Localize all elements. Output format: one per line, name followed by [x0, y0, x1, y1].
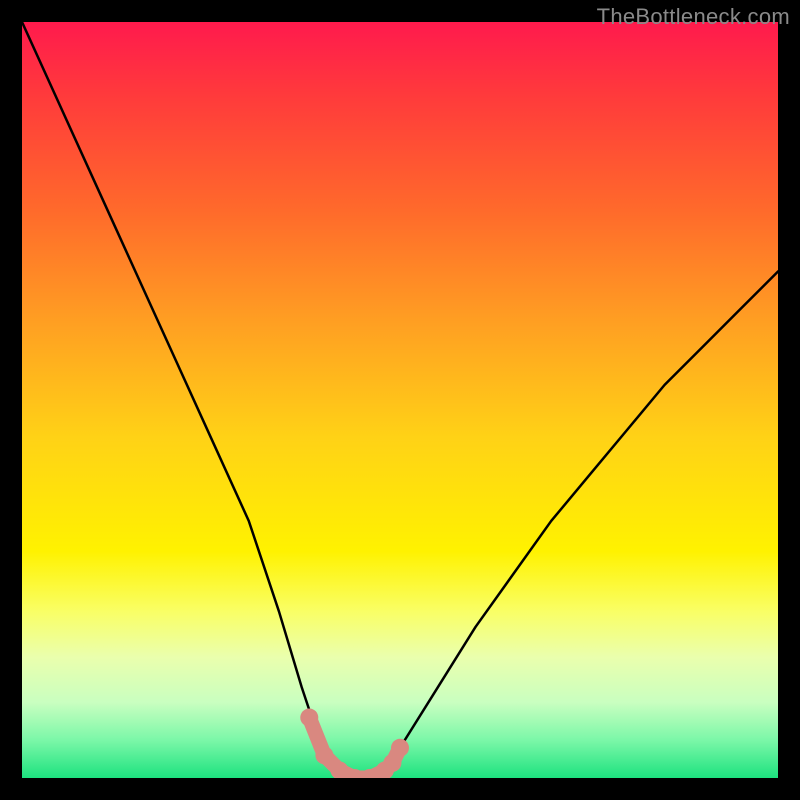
chart-svg — [22, 22, 778, 778]
plot-area — [22, 22, 778, 778]
marker-dot — [315, 746, 333, 764]
watermark-text: TheBottleneck.com — [597, 4, 790, 30]
chart-container: TheBottleneck.com — [0, 0, 800, 800]
marker-dot — [391, 739, 409, 757]
marker-dot — [300, 709, 318, 727]
bottleneck-curve — [22, 22, 778, 778]
